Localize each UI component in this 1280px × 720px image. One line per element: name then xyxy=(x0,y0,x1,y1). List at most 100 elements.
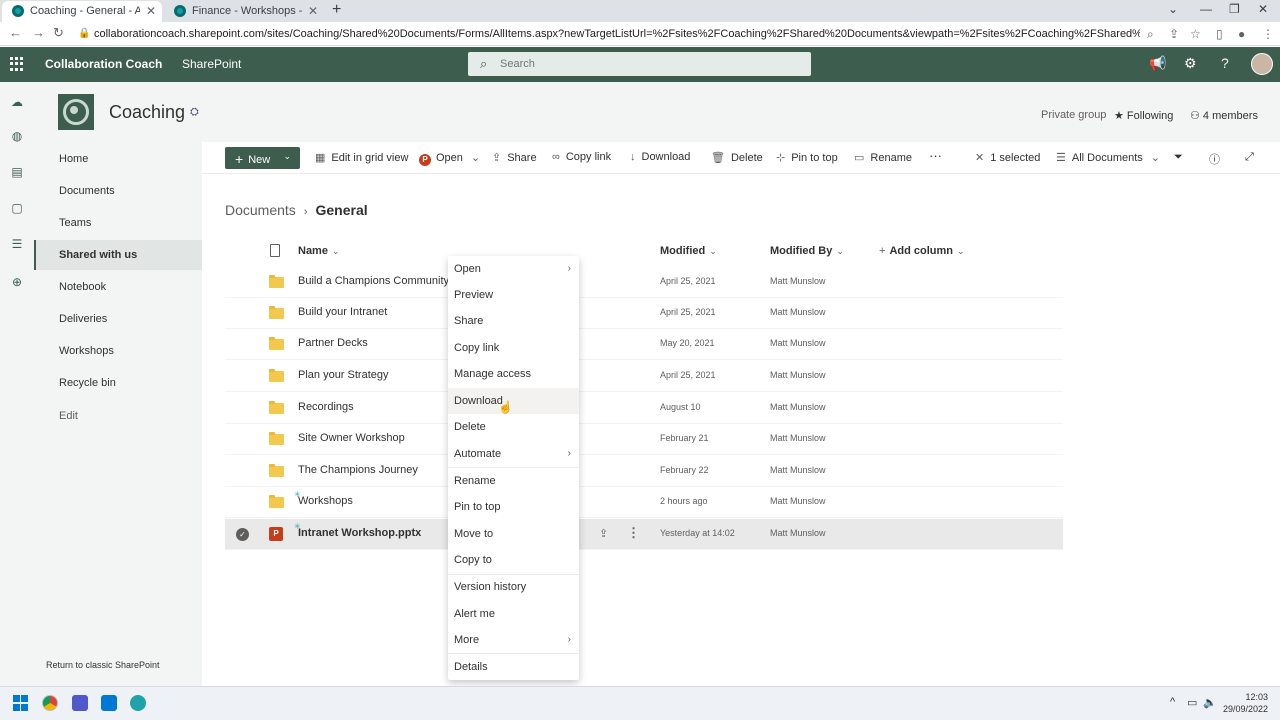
sharepoint-home-icon[interactable]: ☁ xyxy=(9,94,25,110)
nav-item-documents[interactable]: Documents xyxy=(34,176,202,206)
add-column-button[interactable]: + Add column ⌄ xyxy=(879,245,965,257)
app-name[interactable]: SharePoint xyxy=(182,57,241,71)
more-commands-button[interactable]: ··· xyxy=(929,148,942,163)
nav-item-workshops[interactable]: Workshops xyxy=(34,336,202,366)
share-button[interactable]: ⇪ Share xyxy=(492,151,537,164)
copy-link-button[interactable]: ∞ Copy link xyxy=(552,151,611,163)
breadcrumb-documents[interactable]: Documents xyxy=(225,202,296,218)
gear-icon[interactable]: ⚙ xyxy=(1184,55,1197,72)
avatar[interactable] xyxy=(1251,53,1273,75)
nav-edit-link[interactable]: Edit xyxy=(34,401,202,431)
sidebar-icon[interactable]: ▯ xyxy=(1216,27,1223,41)
table-row[interactable]: Build a Champions Community April 25, 20… xyxy=(225,267,1063,298)
globe-icon[interactable]: ◍ xyxy=(9,128,25,144)
maximize-icon[interactable]: ❐ xyxy=(1229,2,1240,16)
members-button[interactable]: ⚇ 4 members xyxy=(1190,109,1258,122)
menu-item-delete[interactable]: Delete xyxy=(448,414,579,440)
create-icon[interactable]: ⊕ xyxy=(9,274,25,290)
row-name[interactable]: Intranet Workshop.pptx xyxy=(298,527,421,539)
menu-item-version-history[interactable]: Version history xyxy=(448,574,579,600)
nav-item-home[interactable]: Home xyxy=(34,144,202,174)
site-title[interactable]: Coaching xyxy=(109,102,185,123)
more-vertical-icon[interactable]: ⋮ xyxy=(627,525,640,541)
table-row[interactable]: Build your Intranet April 25, 2021 Matt … xyxy=(225,298,1063,329)
close-tab-icon[interactable]: ✕ xyxy=(308,1,318,21)
menu-item-share[interactable]: Share xyxy=(448,308,579,334)
table-row-selected[interactable]: ✓ P ✳ Intranet Workshop.pptx ⇪ ⋮ Yesterd… xyxy=(225,519,1063,550)
menu-item-more[interactable]: More › xyxy=(448,627,579,653)
bookmark-star-icon[interactable]: ☆ xyxy=(1190,27,1201,41)
outlook-icon[interactable] xyxy=(101,695,117,711)
table-row[interactable]: Site Owner Workshop February 21 Matt Mun… xyxy=(225,424,1063,455)
row-name[interactable]: The Champions Journey xyxy=(298,464,418,476)
expand-icon[interactable]: ⤢ xyxy=(1245,151,1254,164)
chevron-down-icon[interactable]: ⌄ xyxy=(1168,2,1178,16)
menu-dots-icon[interactable]: ⋮ xyxy=(1262,27,1274,41)
browser-tab-coaching[interactable]: Coaching - General - All Docume ✕ xyxy=(2,1,162,22)
organization-name[interactable]: Collaboration Coach xyxy=(45,57,162,71)
menu-item-copy-link[interactable]: Copy link xyxy=(448,335,579,361)
volume-icon[interactable]: 🔈 xyxy=(1203,696,1217,709)
back-icon[interactable]: ← xyxy=(9,25,22,40)
row-name[interactable]: Recordings xyxy=(298,401,354,413)
reload-icon[interactable]: ↻ xyxy=(53,25,64,41)
selected-count-button[interactable]: ✕ 1 selected xyxy=(975,151,1040,164)
menu-item-manage-access[interactable]: Manage access xyxy=(448,361,579,387)
column-header-name[interactable]: Name ⌄ xyxy=(298,245,340,257)
network-icon[interactable]: ▭ xyxy=(1187,696,1197,709)
teams-icon[interactable]: ⛭ xyxy=(190,106,199,119)
minimize-icon[interactable]: — xyxy=(1200,2,1212,16)
table-row[interactable]: ✳ Workshops 2 hours ago Matt Munslow xyxy=(225,487,1063,518)
filter-icon[interactable]: ⏷ xyxy=(1174,151,1183,164)
windows-start-icon[interactable] xyxy=(13,695,29,711)
nav-item-deliveries[interactable]: Deliveries xyxy=(34,304,202,334)
delete-button[interactable]: 🗑 Delete xyxy=(711,151,763,164)
edge-icon[interactable] xyxy=(130,695,146,711)
nav-item-shared-with-us[interactable]: Shared with us xyxy=(34,240,202,270)
file-type-icon[interactable] xyxy=(270,244,280,257)
nav-item-notebook[interactable]: Notebook xyxy=(34,272,202,302)
chevron-up-icon[interactable]: ^ xyxy=(1170,696,1175,708)
table-row[interactable]: Plan your Strategy April 25, 2021 Matt M… xyxy=(225,361,1063,392)
menu-item-alert-me[interactable]: Alert me xyxy=(448,601,579,627)
share-icon[interactable]: ⇪ xyxy=(599,527,608,540)
view-selector[interactable]: ☰ All Documents ⌄ xyxy=(1056,151,1166,164)
menu-item-open[interactable]: Open › xyxy=(448,256,579,282)
browser-tab-finance[interactable]: Finance - Workshops - All Docum ✕ xyxy=(164,1,324,22)
menu-item-rename[interactable]: Rename xyxy=(448,468,579,494)
nav-item-recycle-bin[interactable]: Recycle bin xyxy=(34,368,202,398)
menu-item-details[interactable]: Details xyxy=(448,654,579,680)
column-header-modified[interactable]: Modified ⌄ xyxy=(660,245,717,257)
row-name[interactable]: Partner Decks xyxy=(298,337,368,349)
search-input[interactable] xyxy=(500,55,800,73)
file-icon[interactable]: ▢ xyxy=(9,200,25,216)
menu-item-copy-to[interactable]: Copy to xyxy=(448,547,579,573)
menu-item-preview[interactable]: Preview xyxy=(448,282,579,308)
close-tab-icon[interactable]: ✕ xyxy=(146,1,156,21)
megaphone-icon[interactable]: 📢 xyxy=(1149,55,1166,72)
site-logo[interactable] xyxy=(58,94,94,130)
return-to-classic-link[interactable]: Return to classic SharePoint xyxy=(46,660,160,670)
zoom-icon[interactable]: ⌕ xyxy=(1147,27,1154,42)
chrome-icon[interactable] xyxy=(42,695,58,711)
nav-item-teams[interactable]: Teams xyxy=(34,208,202,238)
help-icon[interactable]: ? xyxy=(1221,55,1229,71)
column-header-modified-by[interactable]: Modified By ⌄ xyxy=(770,245,844,257)
checkmark-icon[interactable]: ✓ xyxy=(236,528,249,541)
menu-item-pin-to-top[interactable]: Pin to top xyxy=(448,494,579,520)
table-row[interactable]: Partner Decks May 20, 2021 Matt Munslow xyxy=(225,329,1063,360)
following-button[interactable]: ★ Following xyxy=(1114,109,1173,122)
lists-icon[interactable]: ☰ xyxy=(9,236,25,252)
teams-app-icon[interactable] xyxy=(72,695,88,711)
forward-icon[interactable]: → xyxy=(32,25,45,40)
info-icon[interactable]: ⓘ xyxy=(1209,151,1220,167)
new-tab-icon[interactable]: + xyxy=(332,1,341,19)
close-window-icon[interactable]: ✕ xyxy=(1258,2,1268,16)
row-name[interactable]: Build a Champions Community xyxy=(298,275,449,287)
menu-item-download[interactable]: Download xyxy=(448,388,579,414)
row-name[interactable]: Plan your Strategy xyxy=(298,369,389,381)
search-box[interactable]: ⌕ xyxy=(468,52,811,76)
new-button[interactable]: + New ⌄ xyxy=(225,147,300,169)
table-row[interactable]: The Champions Journey February 22 Matt M… xyxy=(225,456,1063,487)
table-row[interactable]: Recordings August 10 Matt Munslow xyxy=(225,393,1063,424)
